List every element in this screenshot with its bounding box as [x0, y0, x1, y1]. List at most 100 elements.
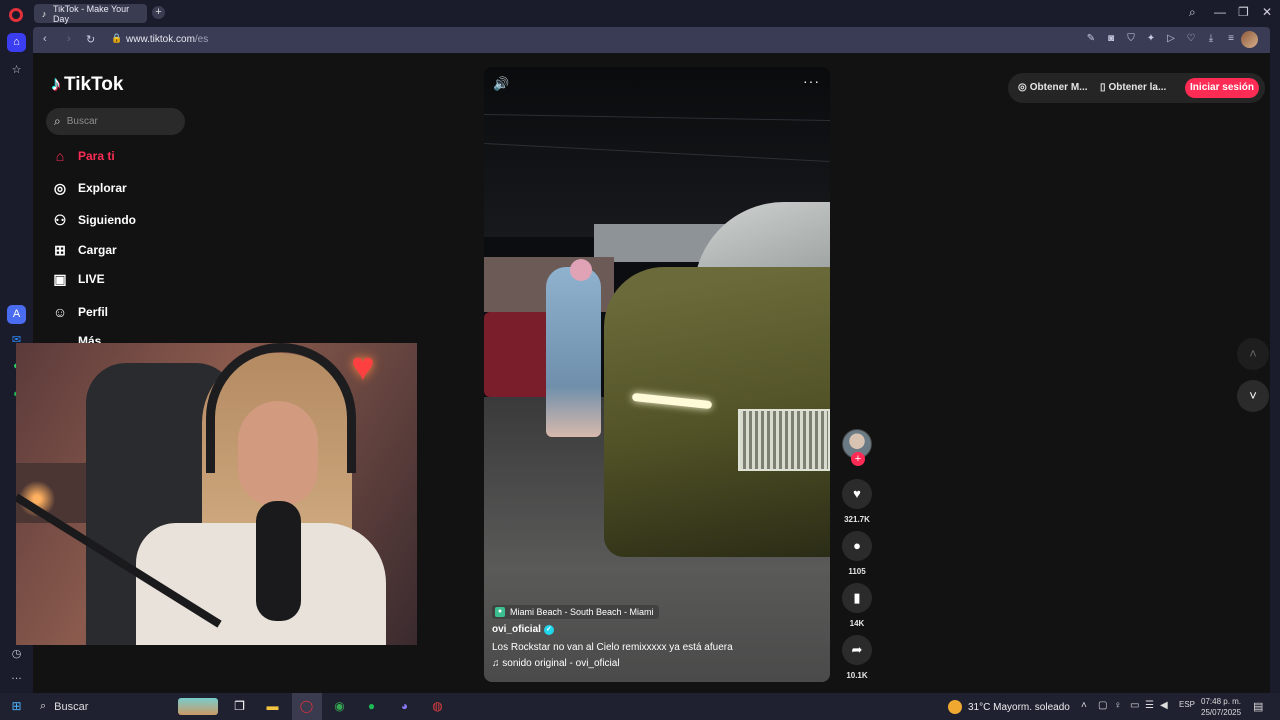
tray-chevron-icon[interactable]: ˄: [1081, 700, 1087, 711]
search-icon: ⌕: [40, 700, 47, 712]
download-icon[interactable]: ⤓: [1205, 33, 1217, 45]
speaker-icon[interactable]: ◀: [1160, 700, 1168, 711]
tray-app-icon[interactable]: ▢: [1098, 700, 1107, 711]
video-scene-head: [570, 259, 592, 281]
browser-tab[interactable]: ♪ TikTok - Make Your Day: [34, 4, 147, 24]
more-options-icon[interactable]: ···: [803, 73, 820, 89]
clock-time: 07:48 p. m.: [1201, 697, 1242, 706]
search-placeholder: Buscar: [66, 116, 98, 127]
compass-icon: ◎: [53, 180, 67, 196]
discord-icon[interactable]: ◕: [396, 698, 413, 715]
like-count: 321.7K: [844, 515, 870, 524]
camera-icon[interactable]: ◙: [1105, 33, 1117, 45]
taskbar-search[interactable]: ⌕ Buscar: [40, 700, 88, 713]
video-scene-red-car: [484, 312, 554, 397]
clock-date: 25/07/2025: [1201, 708, 1242, 717]
nav-item-perfil[interactable]: ☺ Perfil: [51, 303, 108, 321]
video-caption: ● Miami Beach - South Beach - Miami ovi_…: [492, 605, 822, 669]
share-button[interactable]: ➦: [842, 635, 872, 665]
author-name[interactable]: ovi_oficial ✓: [492, 624, 822, 635]
heart-icon[interactable]: ♡: [1185, 33, 1197, 45]
login-button[interactable]: Iniciar sesión: [1185, 78, 1259, 98]
restore-button[interactable]: ❐: [1238, 5, 1249, 19]
like-button[interactable]: ♥: [842, 479, 872, 509]
search-icon: ⌕: [54, 114, 61, 128]
previous-video-button[interactable]: ˄: [1237, 338, 1269, 370]
tray-device-icon[interactable]: ▭: [1130, 700, 1139, 711]
phone-icon: ▯: [1100, 82, 1106, 93]
task-view-icon[interactable]: ❐: [231, 698, 248, 715]
weather-text: 31°C Mayorm. soleado: [968, 701, 1070, 713]
nav-label: Perfil: [78, 305, 109, 319]
home-icon[interactable]: ⌂: [7, 33, 26, 52]
minimize-button[interactable]: —: [1214, 5, 1226, 19]
get-coins-button[interactable]: ◎ Obtener M...: [1018, 82, 1088, 93]
edit-icon[interactable]: ✎: [1085, 33, 1097, 45]
back-button[interactable]: ‹: [43, 33, 47, 45]
file-explorer-icon[interactable]: ▬: [264, 698, 281, 715]
video-player[interactable]: 🔊 ··· ● Miami Beach - South Beach - Miam…: [484, 67, 830, 682]
network-icon[interactable]: ☰: [1145, 700, 1154, 711]
nav-label: Cargar: [78, 243, 117, 257]
nav-item-siguiendo[interactable]: ⚇ Siguiendo: [51, 211, 136, 229]
news-widget-icon[interactable]: [178, 698, 218, 715]
spotify-taskbar-icon[interactable]: ●: [363, 698, 380, 715]
new-tab-button[interactable]: +: [152, 6, 165, 19]
obs-icon[interactable]: ◍: [429, 698, 446, 715]
author-label: ovi_oficial: [492, 624, 541, 635]
tiktok-logo[interactable]: ♪ TikTok: [51, 73, 123, 96]
location-chip[interactable]: ● Miami Beach - South Beach - Miami: [492, 605, 659, 619]
forward-button[interactable]: ›: [67, 33, 71, 45]
upload-icon: ⊞: [54, 242, 66, 258]
reload-button[interactable]: ↻: [86, 33, 95, 46]
nav-item-cargar[interactable]: ⊞ Cargar: [51, 241, 117, 259]
clock[interactable]: 07:48 p. m. 25/07/2025: [1201, 696, 1241, 718]
bookmark-icon: ▮: [853, 590, 861, 605]
sun-icon: [948, 700, 962, 714]
lock-icon: 🔒: [111, 33, 123, 43]
app-icon[interactable]: A: [7, 305, 26, 324]
chevron-up-icon: ˄: [1249, 346, 1257, 361]
tiktok-favicon-icon: ♪: [41, 8, 47, 19]
extension-icon[interactable]: ✦: [1145, 33, 1157, 45]
get-app-button[interactable]: ▯ Obtener la...: [1100, 82, 1166, 93]
nav-label: Para ti: [78, 149, 115, 163]
comment-button[interactable]: ●: [842, 531, 872, 561]
heart-icon: ♥: [853, 486, 861, 501]
shield-icon[interactable]: ⛉: [1125, 33, 1137, 45]
tab-search-icon[interactable]: ⌕: [1189, 5, 1196, 20]
share-icon: ➦: [851, 642, 863, 657]
history-icon[interactable]: ◷: [7, 645, 26, 664]
notification-icon[interactable]: ▤: [1253, 700, 1263, 713]
microphone-icon[interactable]: ♀: [1114, 700, 1122, 711]
nav-item-para-ti[interactable]: ⌂ Para ti: [51, 147, 115, 165]
windows-start-icon[interactable]: ⊞: [8, 698, 25, 715]
url-field[interactable]: www.tiktok.com/es: [126, 34, 208, 45]
follow-plus-icon[interactable]: +: [851, 452, 865, 466]
menu-icon[interactable]: ≡: [1225, 33, 1237, 45]
top-right-actions: ◎ Obtener M... ▯ Obtener la... Iniciar s…: [1008, 73, 1265, 103]
save-button[interactable]: ▮: [842, 583, 872, 613]
opera-logo-icon[interactable]: [9, 8, 23, 22]
webcam-headphones: [206, 343, 356, 473]
next-video-button[interactable]: ˅: [1237, 380, 1269, 412]
share-count: 10.1K: [846, 671, 868, 680]
weather-widget[interactable]: 31°C Mayorm. soleado: [948, 700, 1070, 714]
language-indicator[interactable]: ESP: [1179, 700, 1195, 709]
location-text: Miami Beach - South Beach - Miami: [510, 607, 654, 617]
more-icon[interactable]: …: [7, 667, 26, 686]
chrome-icon[interactable]: ◉: [331, 698, 348, 715]
search-input[interactable]: ⌕ Buscar: [46, 108, 185, 135]
video-sound[interactable]: ♫ sonido original - ovi_oficial: [492, 658, 822, 669]
opera-taskbar-icon[interactable]: ◯: [298, 698, 315, 715]
volume-icon[interactable]: 🔊: [493, 76, 509, 92]
chevron-down-icon: ˅: [1249, 388, 1257, 403]
nav-item-live[interactable]: ▣ LIVE: [51, 270, 104, 288]
profile-avatar[interactable]: [1241, 31, 1258, 48]
star-icon[interactable]: ☆: [7, 61, 26, 80]
windows-taskbar: ⊞ ⌕ Buscar ❐ ▬ ◯ ◉ ● ◕ ◍ 31°C Mayorm. so…: [0, 693, 1280, 720]
close-button[interactable]: ✕: [1262, 5, 1272, 19]
play-icon[interactable]: ▷: [1165, 33, 1177, 45]
nav-label: Explorar: [78, 181, 127, 195]
nav-item-explorar[interactable]: ◎ Explorar: [51, 179, 127, 197]
